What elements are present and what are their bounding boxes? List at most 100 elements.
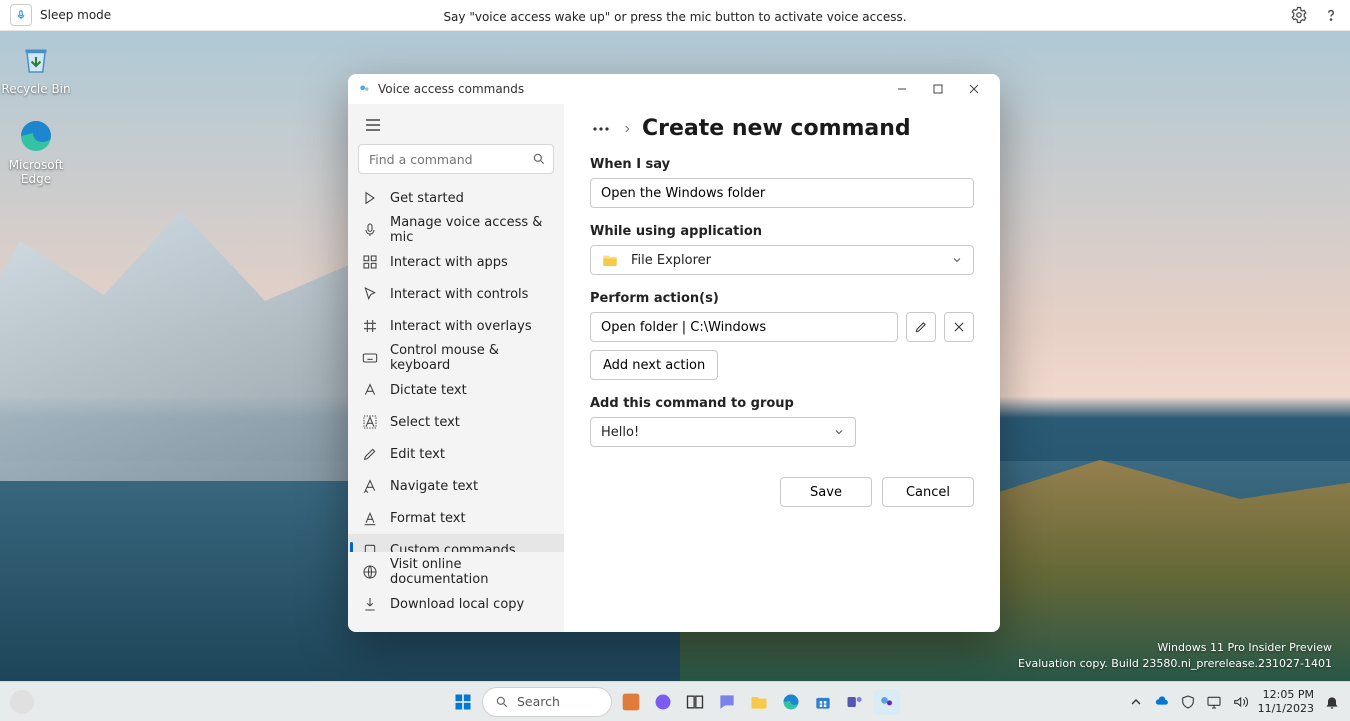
- store-icon: [813, 692, 833, 712]
- watermark-line: Windows 11 Pro Insider Preview: [1018, 640, 1332, 655]
- edit-action-button[interactable]: [906, 312, 936, 342]
- sidebar-item-download[interactable]: Download local copy: [348, 588, 564, 620]
- windows-icon: [453, 692, 473, 712]
- window-titlebar[interactable]: Voice access commands: [348, 74, 1000, 104]
- pencil-icon: [914, 320, 928, 334]
- help-icon[interactable]: [1322, 6, 1340, 24]
- desktop-icon-edge[interactable]: Microsoft Edge: [0, 116, 72, 186]
- search-icon: [532, 152, 546, 166]
- sidebar-item-label: Dictate text: [390, 383, 467, 398]
- close-icon: [952, 320, 966, 334]
- sidebar-item-format[interactable]: Format text: [348, 502, 564, 534]
- grid-icon: [362, 318, 378, 334]
- taskbar-pinned-chat[interactable]: [714, 689, 740, 715]
- sidebar-item-custom[interactable]: Custom commands: [348, 534, 564, 552]
- sidebar-item-label: Navigate text: [390, 479, 478, 494]
- teams-icon: [845, 692, 865, 712]
- sidebar-item-label: Interact with controls: [390, 287, 528, 302]
- sidebar-item-label: Select text: [390, 415, 460, 430]
- maximize-button[interactable]: [920, 74, 956, 104]
- tray-volume-icon[interactable]: [1232, 694, 1248, 710]
- tray-security-icon[interactable]: [1180, 694, 1196, 710]
- cancel-button[interactable]: Cancel: [882, 477, 974, 507]
- dots-icon: [593, 127, 609, 131]
- taskbar-clock[interactable]: 12:05 PM 11/1/2023: [1258, 688, 1314, 714]
- select-text-icon: [362, 414, 378, 430]
- sidebar-item-label: Visit online documentation: [390, 557, 552, 587]
- close-button[interactable]: [956, 74, 992, 104]
- taskview-icon: [685, 692, 705, 712]
- clock-date: 11/1/2023: [1258, 702, 1314, 715]
- sidebar-item-select[interactable]: Select text: [348, 406, 564, 438]
- when-i-say-input[interactable]: [590, 178, 974, 208]
- taskbar-pinned-1[interactable]: [618, 689, 644, 715]
- mic-button[interactable]: [10, 4, 32, 26]
- sidebar-item-get-started[interactable]: Get started: [348, 182, 564, 214]
- breadcrumb-root-button[interactable]: [590, 118, 612, 140]
- taskbar-pinned-edge[interactable]: [778, 689, 804, 715]
- taskbar-pinned-store[interactable]: [810, 689, 836, 715]
- sidebar-item-label: Interact with apps: [390, 255, 508, 270]
- tray-onedrive-icon[interactable]: [1154, 694, 1170, 710]
- taskbar-pinned-taskview[interactable]: [682, 689, 708, 715]
- taskbar-pinned-copilot[interactable]: [650, 689, 676, 715]
- tray-notifications-icon[interactable]: [1324, 694, 1340, 710]
- tray-network-icon[interactable]: [1206, 694, 1222, 710]
- sidebar-item-edit[interactable]: Edit text: [348, 438, 564, 470]
- delete-action-button[interactable]: [944, 312, 974, 342]
- desktop-icon-label: Microsoft Edge: [0, 158, 72, 186]
- recycle-bin-icon: [16, 40, 56, 80]
- sidebar-item-label: Interact with overlays: [390, 319, 532, 334]
- action-input[interactable]: [590, 312, 898, 342]
- sidebar-item-navigate[interactable]: Navigate text: [348, 470, 564, 502]
- minimize-button[interactable]: [884, 74, 920, 104]
- taskbar-weather[interactable]: [10, 690, 34, 714]
- taskbar-running-voiceaccess[interactable]: [874, 689, 900, 715]
- sidebar-item-mouse[interactable]: Control mouse & keyboard: [348, 342, 564, 374]
- text-a-icon: [362, 382, 378, 398]
- play-icon: [362, 190, 378, 206]
- navigate-icon: [362, 478, 378, 494]
- sidebar-item-dictate[interactable]: Dictate text: [348, 374, 564, 406]
- when-i-say-label: When I say: [590, 157, 974, 172]
- app-icon: [621, 692, 641, 712]
- taskbar-pinned-teams[interactable]: [842, 689, 868, 715]
- sidebar: Get started Manage voice access & mic In…: [348, 104, 564, 632]
- format-icon: [362, 510, 378, 526]
- watermark-line: Evaluation copy. Build 23580.ni_prerelea…: [1018, 656, 1332, 671]
- custom-icon: [362, 542, 378, 552]
- save-button[interactable]: Save: [780, 477, 872, 507]
- search-input[interactable]: [358, 144, 554, 174]
- application-select-value: File Explorer: [631, 253, 711, 268]
- sidebar-item-overlays[interactable]: Interact with overlays: [348, 310, 564, 342]
- taskbar-search[interactable]: Search: [482, 687, 612, 717]
- hamburger-button[interactable]: [358, 110, 388, 140]
- group-select[interactable]: Hello!: [590, 417, 856, 447]
- sidebar-item-apps[interactable]: Interact with apps: [348, 246, 564, 278]
- sidebar-item-label: Custom commands: [390, 543, 516, 553]
- sidebar-item-docs[interactable]: Visit online documentation: [348, 556, 564, 588]
- sidebar-item-label: Get started: [390, 191, 464, 206]
- application-select[interactable]: File Explorer: [590, 245, 974, 275]
- breadcrumb: Create new command: [590, 116, 974, 141]
- desktop-icon-recycle-bin[interactable]: Recycle Bin: [0, 40, 72, 96]
- folder-icon: [749, 692, 769, 712]
- copilot-icon: [653, 692, 673, 712]
- add-next-action-button[interactable]: Add next action: [590, 350, 718, 380]
- gear-icon[interactable]: [1290, 6, 1308, 24]
- tray-chevron-up-icon[interactable]: [1128, 694, 1144, 710]
- edge-icon: [16, 116, 56, 156]
- sidebar-item-manage[interactable]: Manage voice access & mic: [348, 214, 564, 246]
- clock-time: 12:05 PM: [1258, 688, 1314, 701]
- edge-icon: [781, 692, 801, 712]
- sidebar-nav: Get started Manage voice access & mic In…: [348, 182, 564, 552]
- sidebar-item-label: Manage voice access & mic: [390, 215, 552, 245]
- taskbar-pinned-explorer[interactable]: [746, 689, 772, 715]
- windows-watermark: Windows 11 Pro Insider Preview Evaluatio…: [1018, 640, 1332, 671]
- group-select-value: Hello!: [601, 425, 639, 440]
- apps-icon: [362, 254, 378, 270]
- keyboard-icon: [362, 350, 378, 366]
- main-pane: Create new command When I say While usin…: [564, 104, 1000, 632]
- sidebar-item-controls[interactable]: Interact with controls: [348, 278, 564, 310]
- start-button[interactable]: [450, 689, 476, 715]
